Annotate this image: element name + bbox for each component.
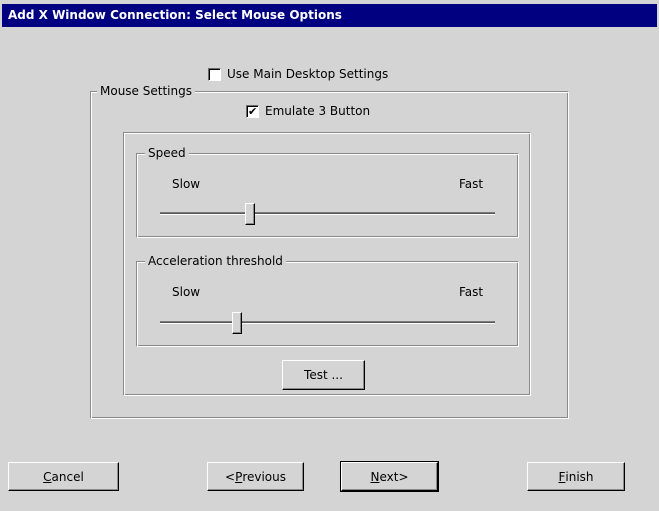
finish-button[interactable]: Finish <box>527 462 625 491</box>
acceleration-group <box>136 261 519 347</box>
emulate-3-button-row[interactable]: ✔ Emulate 3 Button <box>246 104 370 118</box>
window-title: Add X Window Connection: Select Mouse Op… <box>2 4 657 27</box>
cancel-mnemonic: C <box>43 469 52 484</box>
mouse-settings-legend: Mouse Settings <box>97 84 195 98</box>
dialog-window: Add X Window Connection: Select Mouse Op… <box>0 0 659 511</box>
speed-group <box>136 153 519 238</box>
emulate-3-button-checkbox[interactable]: ✔ <box>246 104 259 118</box>
speed-slider-thumb[interactable] <box>245 203 255 225</box>
acceleration-slider-thumb[interactable] <box>232 312 242 334</box>
previous-prefix: < <box>225 469 236 484</box>
next-mnemonic: N <box>370 469 380 484</box>
speed-slow-label: Slow <box>172 177 201 191</box>
acceleration-slider-track[interactable] <box>160 321 495 324</box>
acceleration-slow-label: Slow <box>172 285 201 299</box>
acceleration-legend: Acceleration threshold <box>145 254 286 268</box>
emulate-3-button-label: Emulate 3 Button <box>265 104 371 118</box>
next-rest: ext> <box>379 469 409 484</box>
previous-button[interactable]: < Previous <box>207 462 304 491</box>
cancel-button[interactable]: Cancel <box>8 462 119 491</box>
finish-rest: inish <box>565 469 594 484</box>
previous-rest: revious <box>242 469 286 484</box>
use-main-desktop-checkbox-row[interactable]: Use Main Desktop Settings <box>208 67 388 81</box>
acceleration-fast-label: Fast <box>459 285 484 299</box>
use-main-desktop-label: Use Main Desktop Settings <box>227 67 389 81</box>
check-mark-icon: ✔ <box>248 104 258 118</box>
test-button[interactable]: Test ... <box>282 360 365 390</box>
speed-legend: Speed <box>145 146 189 160</box>
cancel-rest: ancel <box>51 469 84 484</box>
previous-mnemonic: P <box>235 469 243 484</box>
next-button[interactable]: Next> <box>340 461 439 492</box>
finish-mnemonic: F <box>558 469 566 484</box>
speed-fast-label: Fast <box>459 177 484 191</box>
speed-slider-track[interactable] <box>160 212 495 215</box>
use-main-desktop-checkbox[interactable] <box>208 67 221 81</box>
